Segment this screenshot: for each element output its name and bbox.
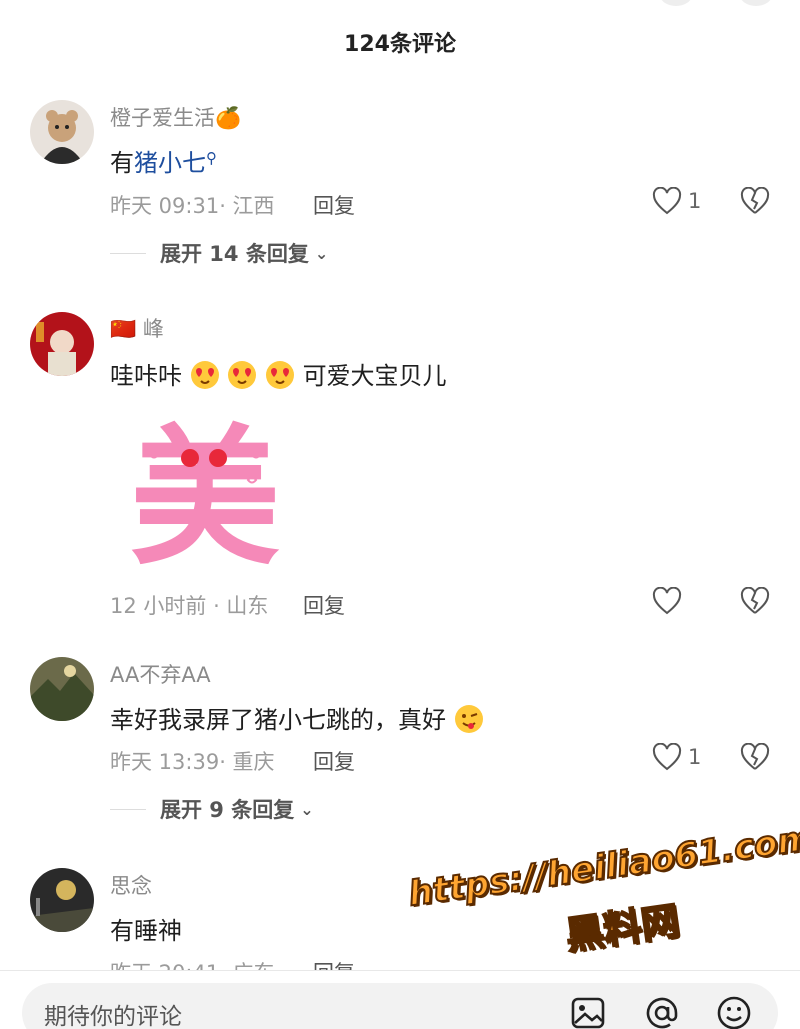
- comment-meta: 昨天 13:39· 重庆: [110, 750, 275, 774]
- comments-header: 124条评论: [0, 0, 800, 80]
- expand-replies-button[interactable]: 展开 14 条回复 ⌄: [110, 238, 328, 268]
- avatar[interactable]: [30, 312, 94, 376]
- dislike-button[interactable]: [740, 742, 770, 775]
- comment-input-bar: 期待你的评论: [0, 971, 800, 1029]
- chevron-down-icon: ⌄: [314, 243, 329, 263]
- comment-text-prefix: 哇咔咔: [110, 362, 182, 390]
- comment-text-body: 幸好我录屏了猪小七跳的，真好: [110, 706, 446, 734]
- broken-heart-icon: [740, 586, 770, 614]
- chevron-down-icon: ⌄: [300, 799, 314, 819]
- username[interactable]: 🇨🇳 峰: [110, 313, 164, 343]
- top-action-icon[interactable]: [660, 0, 692, 6]
- comment-text: 有猪小七⚲: [110, 143, 217, 178]
- expand-replies-label: 展开 9 条回复: [160, 798, 295, 822]
- comment-text-prefix: 有: [110, 149, 134, 177]
- username[interactable]: AA不弃AA: [110, 659, 211, 689]
- heart-icon: [652, 187, 682, 215]
- dislike-button[interactable]: [740, 186, 770, 219]
- broken-heart-icon: [740, 186, 770, 214]
- comment-text: 哇咔咔 可爱大宝贝儿: [110, 356, 447, 391]
- emoji-icon[interactable]: [714, 993, 754, 1029]
- search-icon[interactable]: ⚲: [206, 149, 217, 167]
- at-mention-icon[interactable]: [642, 993, 682, 1029]
- watermark-name: 黑料网: [562, 898, 683, 959]
- comment-text: 有睡神: [110, 917, 182, 945]
- like-button[interactable]: 1: [652, 187, 701, 215]
- mention-link[interactable]: 猪小七: [134, 149, 206, 177]
- comment-input[interactable]: 期待你的评论: [22, 983, 778, 1029]
- watermark: https://heiliao61.com 黑料网: [402, 794, 800, 986]
- sticker-text: 美: [130, 412, 280, 570]
- image-icon[interactable]: [568, 993, 608, 1029]
- like-count: 1: [688, 745, 702, 769]
- broken-heart-icon: [740, 742, 770, 770]
- avatar[interactable]: [30, 657, 94, 721]
- reply-button[interactable]: 回复: [313, 190, 355, 220]
- expand-replies-label: 展开 14 条回复: [160, 242, 309, 266]
- comment-meta: 昨天 09:31· 江西: [110, 194, 275, 218]
- expand-replies-button[interactable]: 展开 9 条回复 ⌄: [110, 794, 314, 824]
- comment-text: 幸好我录屏了猪小七跳的，真好: [110, 700, 484, 735]
- username[interactable]: 橙子爱生活🍊: [110, 102, 241, 132]
- like-count: 1: [688, 189, 702, 213]
- avatar[interactable]: [30, 868, 94, 932]
- comment-meta: 12 小时前 · 山东: [110, 594, 269, 618]
- divider: [110, 252, 146, 254]
- heart-eyes-emoji-icon: [228, 361, 257, 389]
- comment-input-placeholder: 期待你的评论: [44, 1004, 182, 1029]
- reply-button[interactable]: 回复: [313, 746, 355, 776]
- avatar[interactable]: [30, 100, 94, 164]
- sticker-image[interactable]: 美: [130, 410, 280, 586]
- heart-icon: [652, 587, 682, 615]
- heart-eyes-emoji-icon: [190, 361, 219, 389]
- comment-text-suffix: 可爱大宝贝儿: [302, 362, 447, 390]
- top-close-icon[interactable]: [740, 0, 772, 6]
- heart-icon: [652, 743, 682, 771]
- reply-button[interactable]: 回复: [303, 590, 345, 620]
- winking-tongue-emoji-icon: [454, 705, 483, 733]
- like-button[interactable]: 1: [652, 743, 701, 771]
- heart-eyes-emoji-icon: [265, 361, 294, 389]
- like-button[interactable]: [652, 587, 682, 615]
- dislike-button[interactable]: [740, 586, 770, 619]
- divider: [110, 808, 146, 810]
- comment-count-title: 124条评论: [344, 32, 456, 57]
- username[interactable]: 思念: [110, 870, 152, 900]
